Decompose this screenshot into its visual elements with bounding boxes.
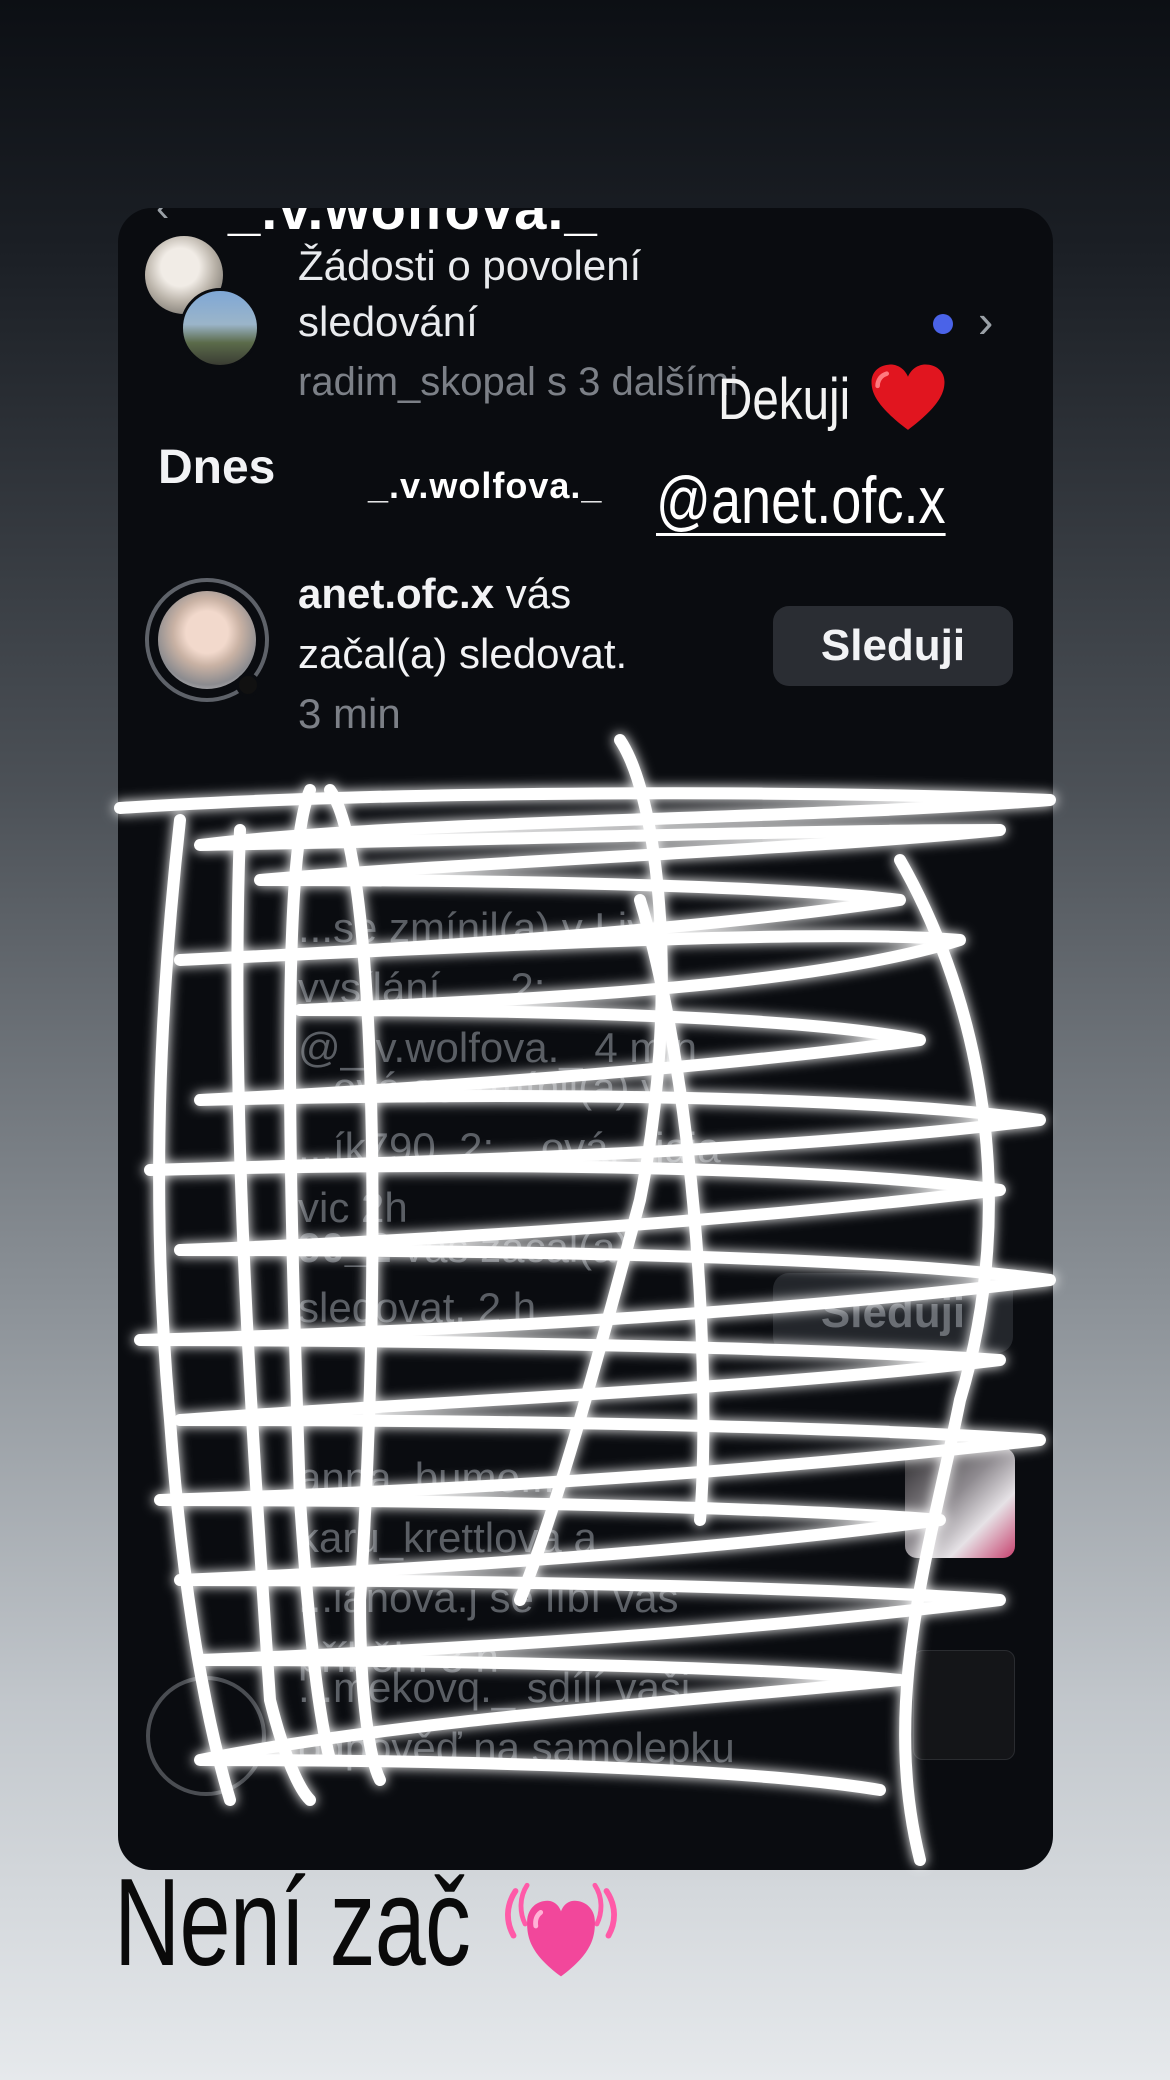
- chevron-right-icon[interactable]: ›: [978, 294, 993, 348]
- follow-requests-subtitle: radim_skopal s 3 dalšími: [298, 360, 739, 404]
- hidden-row-1: ...se zmínil(a) v Live vysílání ..._2: @…: [298, 904, 698, 1071]
- story-username-tag: _.v.wolfova._: [368, 465, 603, 506]
- section-heading-today: Dnes: [158, 441, 276, 494]
- following-button[interactable]: Sleduji: [773, 606, 1013, 686]
- unread-dot: [933, 314, 953, 334]
- back-chevron-icon[interactable]: ‹: [156, 208, 169, 231]
- screenshot-card: ‹ _.v.wolfova._ Žádosti o povolení sledo…: [118, 208, 1053, 1870]
- mention-tag[interactable]: @anet.ofc.x: [656, 462, 946, 538]
- hidden-row-3-user: 90_2: [298, 1224, 392, 1271]
- requests-avatar-2: [180, 288, 260, 368]
- red-heart-icon: [871, 364, 945, 430]
- follow-requests-title[interactable]: Žádosti o povolení sledování: [298, 238, 728, 350]
- thanks-text: Dekuji: [718, 367, 851, 432]
- follow-username[interactable]: anet.ofc.x: [298, 570, 494, 617]
- hidden-row-4: anna_bumo..., karu_krettlova a ...ianová…: [298, 1454, 679, 1681]
- hidden-row-5: ...mekovq._ sdílí vaši odpověď na samole…: [298, 1664, 735, 1771]
- story-thumbnail[interactable]: [905, 1448, 1015, 1558]
- story-caption: Není zač: [114, 1854, 471, 1992]
- follow-time: 3 min: [298, 690, 401, 737]
- hidden-row-3-button[interactable]: Sleduji: [773, 1273, 1013, 1353]
- sticker-thumbnail[interactable]: [913, 1650, 1015, 1760]
- hidden-row-5-avatar: [146, 1676, 266, 1796]
- hidden-row-3: 90_2 vás začal(a) sledovat. 2 h: [298, 1218, 718, 1338]
- follow-notification-text[interactable]: anet.ofc.x vás začal(a) sledovat. 3 min: [298, 564, 638, 744]
- pink-heart-icon: [505, 1882, 617, 1977]
- avatar-badge: [236, 673, 260, 697]
- hidden-row-2: ...ová se zmínil(a) v ...ík790_2: ...ová…: [298, 1064, 721, 1231]
